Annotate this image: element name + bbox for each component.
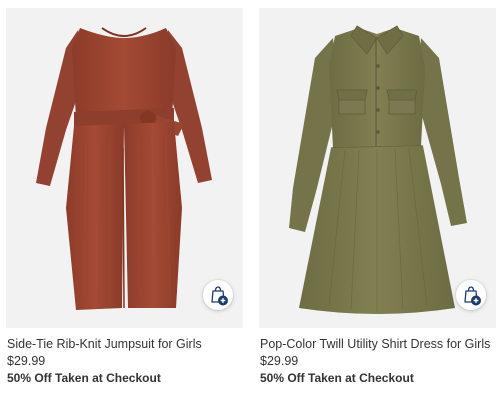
add-to-bag-button[interactable]: [203, 280, 233, 310]
product-image[interactable]: [259, 8, 496, 328]
shopping-bag-plus-icon: [464, 286, 481, 306]
product-title-link[interactable]: Side-Tie Rib-Knit Jumpsuit for Girls: [7, 336, 243, 353]
promo-text: 50% Off Taken at Checkout: [7, 371, 161, 385]
product-info: Pop-Color Twill Utility Shirt Dress for …: [259, 336, 496, 387]
promo-text: 50% Off Taken at Checkout: [260, 371, 414, 385]
product-title-link[interactable]: Pop-Color Twill Utility Shirt Dress for …: [260, 336, 496, 353]
product-image[interactable]: [6, 8, 243, 328]
product-card[interactable]: Pop-Color Twill Utility Shirt Dress for …: [259, 8, 496, 387]
product-price: $29.99: [260, 354, 299, 368]
add-to-bag-button[interactable]: [456, 280, 486, 310]
product-price: $29.99: [7, 354, 46, 368]
shopping-bag-plus-icon: [211, 286, 228, 306]
product-card[interactable]: Side-Tie Rib-Knit Jumpsuit for Girls $29…: [6, 8, 243, 387]
product-info: Side-Tie Rib-Knit Jumpsuit for Girls $29…: [6, 336, 243, 387]
